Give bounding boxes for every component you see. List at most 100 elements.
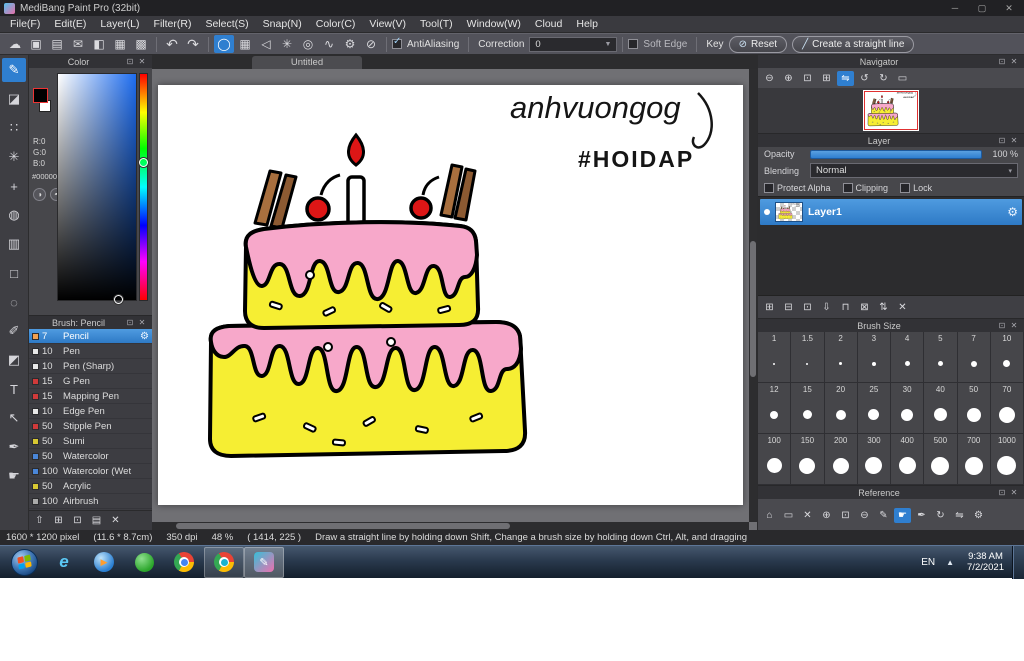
brush-item-edge-pen[interactable]: 10 Edge Pen (29, 404, 152, 419)
brush-size-option[interactable]: 300 (857, 434, 891, 485)
folder-icon[interactable]: ⊓ (837, 300, 854, 315)
add-brush-icon[interactable]: ⊞ (50, 513, 67, 528)
navigator-thumbnail[interactable] (863, 90, 919, 131)
straight-line-button[interactable]: ╱ Create a straight line (792, 35, 915, 53)
snap-settings-icon[interactable]: ⚙ (340, 35, 360, 53)
delete-layer-icon[interactable]: ✕ (894, 300, 911, 315)
taskbar-messenger-button[interactable] (124, 547, 164, 578)
brush-item-pen[interactable]: 10 Pen (29, 344, 152, 359)
gradient-tool-icon[interactable]: ▥ (2, 232, 26, 256)
undo-icon[interactable]: ↶ (162, 35, 182, 53)
menu-help[interactable]: Help (569, 18, 605, 30)
navigator-view-rect[interactable] (864, 91, 918, 130)
snap-radial-icon[interactable]: ✳ (277, 35, 297, 53)
canvas[interactable] (158, 85, 743, 505)
eyedropper-tool-icon[interactable]: ✒ (2, 435, 26, 459)
blending-dropdown[interactable]: Normal ▾ (810, 163, 1018, 178)
reset-button[interactable]: ⊘ Reset (728, 35, 788, 53)
fit-icon[interactable]: ▭ (780, 508, 797, 523)
brush-tool-icon[interactable]: ✎ (2, 58, 26, 82)
brush-size-option[interactable]: 30 (891, 383, 925, 434)
comment-icon[interactable]: ✉ (68, 35, 88, 53)
brush-item-watercolor[interactable]: 50 Watercolor (29, 449, 152, 464)
hand-tool-icon[interactable]: ☛ (2, 464, 26, 488)
brush-up-icon[interactable]: ⇧ (31, 513, 48, 528)
settings-icon[interactable]: ⚙ (970, 508, 987, 523)
menu-snap[interactable]: Snap(N) (256, 18, 309, 30)
brush-size-option[interactable]: 40 (924, 383, 958, 434)
panel-detach-icon[interactable]: ⊡ (996, 57, 1008, 66)
snap-grid-icon[interactable]: ▦ (235, 35, 255, 53)
brush-item-airbrush[interactable]: 100 Airbrush (29, 494, 152, 509)
correction-dropdown[interactable]: 0 ▼ (529, 36, 618, 52)
cloud-icon[interactable]: ☁ (5, 35, 25, 53)
snap-clear-icon[interactable]: ⊘ (361, 35, 381, 53)
panel-detach-icon[interactable]: ⊡ (996, 136, 1008, 145)
brush-size-option[interactable]: 4 (891, 332, 925, 383)
grid-icon[interactable]: ▩ (131, 35, 151, 53)
horizontal-scrollbar-thumb[interactable] (175, 523, 511, 529)
panel-detach-icon[interactable]: ⊡ (124, 57, 136, 66)
brush-item-stipple-pen[interactable]: 50 Stipple Pen (29, 419, 152, 434)
menu-view[interactable]: View(V) (362, 18, 413, 30)
duplicate-layer-icon[interactable]: ⊠ (856, 300, 873, 315)
flip-icon[interactable]: ⇋ (951, 508, 968, 523)
maximize-button[interactable]: ▢ (971, 0, 993, 16)
protect-alpha-option[interactable]: Protect Alpha (764, 183, 831, 193)
brush-item-pencil[interactable]: 7 Pencil ⚙ (29, 329, 152, 344)
eraser-tool-icon[interactable]: ◪ (2, 87, 26, 111)
taskbar-browser-button[interactable] (204, 546, 244, 578)
panel-close-icon[interactable]: ✕ (136, 318, 148, 327)
tray-expand-icon[interactable]: ▲ (941, 558, 959, 567)
menu-layer[interactable]: Layer(L) (93, 18, 146, 30)
snap-circle-icon[interactable]: ◎ (298, 35, 318, 53)
horizontal-scrollbar[interactable] (152, 522, 749, 530)
taskbar-medibang-button[interactable]: ✎ (244, 546, 284, 578)
operation-tool-icon[interactable]: ↖ (2, 406, 26, 430)
zoom-in-icon[interactable]: ⊕ (818, 508, 835, 523)
hand-icon[interactable]: ☛ (894, 507, 911, 523)
brush-size-option[interactable]: 5 (924, 332, 958, 383)
panel-detach-icon[interactable]: ⊡ (124, 318, 136, 327)
document-tab[interactable]: Untitled (252, 56, 362, 69)
hue-slider[interactable] (139, 73, 148, 301)
brush-size-option[interactable]: 200 (824, 434, 858, 485)
taskbar-ie-button[interactable]: e (44, 547, 84, 578)
fill-tool-icon[interactable]: ◍ (2, 203, 26, 227)
opacity-slider[interactable] (810, 149, 982, 159)
brush-menu-icon[interactable]: ▤ (88, 513, 105, 528)
brush-item-watercolor-wet[interactable]: 100 Watercolor (Wet (29, 464, 152, 479)
add-folder-icon[interactable]: ⊟ (780, 300, 797, 315)
zoom-area-icon[interactable]: ⊡ (837, 508, 854, 523)
brush-size-option[interactable]: 10 (990, 332, 1024, 383)
brush-size-option[interactable]: 15 (791, 383, 825, 434)
home-icon[interactable]: ⌂ (761, 508, 778, 523)
brush-item-pen-sharp[interactable]: 10 Pen (Sharp) (29, 359, 152, 374)
delete-brush-icon[interactable]: ✕ (107, 513, 124, 528)
zoom-fit-icon[interactable]: ⊡ (799, 71, 816, 86)
close-button[interactable]: ✕ (998, 0, 1020, 16)
brush-size-option[interactable]: 150 (791, 434, 825, 485)
canvas-viewport[interactable] (152, 69, 749, 522)
rotate-left-icon[interactable]: ↺ (856, 71, 873, 86)
protect-alpha-checkbox[interactable] (764, 183, 774, 193)
save-icon[interactable]: ▣ (26, 35, 46, 53)
zoom-out-icon[interactable]: ⊖ (856, 508, 873, 523)
eyedropper-icon[interactable]: ✒ (913, 508, 930, 523)
panel-close-icon[interactable]: ✕ (1008, 488, 1020, 497)
lock-option[interactable]: Lock (900, 183, 932, 193)
start-button[interactable] (4, 547, 44, 578)
brush-size-option[interactable]: 1000 (990, 434, 1024, 485)
panel-close-icon[interactable]: ✕ (1008, 321, 1020, 330)
lasso-select-tool-icon[interactable]: ◌ (2, 290, 26, 314)
brush-size-option[interactable]: 700 (957, 434, 991, 485)
panel-close-icon[interactable]: ✕ (1008, 136, 1020, 145)
brush-size-option[interactable]: 100 (758, 434, 792, 485)
clipping-option[interactable]: Clipping (842, 183, 888, 193)
panel-close-icon[interactable]: ✕ (136, 57, 148, 66)
brush-size-option[interactable]: 400 (891, 434, 925, 485)
menu-select[interactable]: Select(S) (198, 18, 255, 30)
menu-cloud[interactable]: Cloud (528, 18, 569, 30)
select-tool-icon[interactable]: □ (2, 261, 26, 285)
vertical-scrollbar-thumb[interactable] (750, 241, 756, 378)
